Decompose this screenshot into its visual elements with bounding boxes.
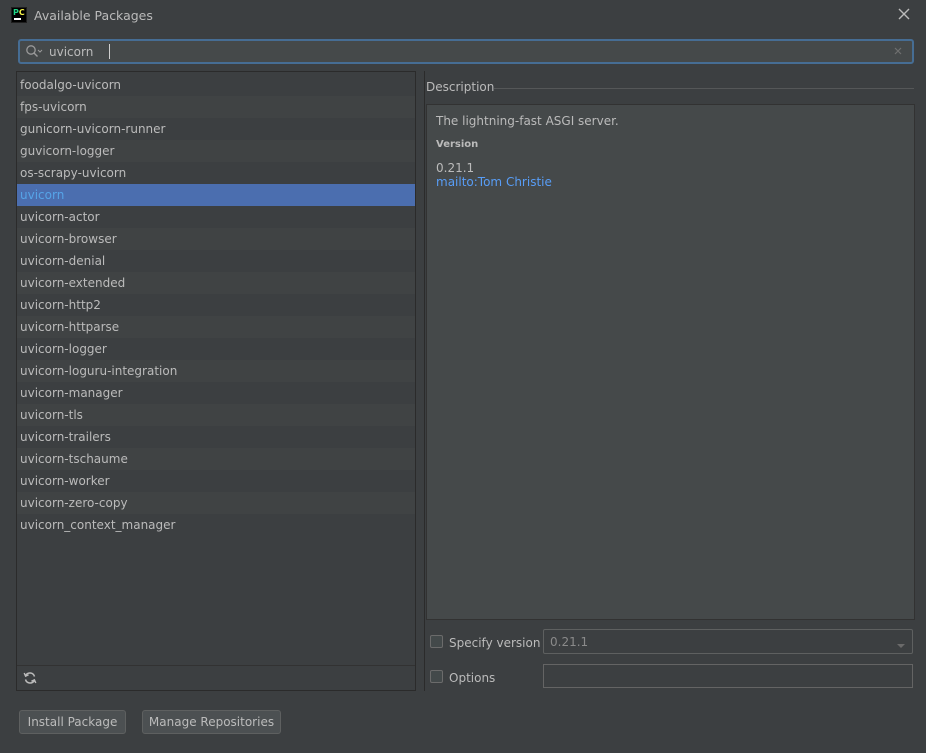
author-link[interactable]: mailto:Tom Christie <box>436 175 552 189</box>
package-list-item[interactable]: uvicorn-loguru-integration <box>17 360 415 382</box>
package-list-item[interactable]: uvicorn_context_manager <box>17 514 415 536</box>
package-list-item[interactable]: uvicorn-logger <box>17 338 415 360</box>
package-list-item[interactable]: uvicorn-trailers <box>17 426 415 448</box>
version-select-value: 0.21.1 <box>550 635 589 649</box>
package-list-item[interactable]: foodalgo-uvicorn <box>17 74 415 96</box>
search-icon[interactable] <box>25 44 43 60</box>
options-label[interactable]: Options <box>449 671 495 685</box>
specify-version-checkbox[interactable] <box>430 635 443 648</box>
version-select[interactable]: 0.21.1 <box>543 629 913 654</box>
window-title: Available Packages <box>34 8 153 23</box>
description-panel: The lightning-fast ASGI server. Version … <box>426 104 915 620</box>
package-list-item[interactable]: guvicorn-logger <box>17 140 415 162</box>
package-list-item[interactable]: uvicorn-manager <box>17 382 415 404</box>
package-list-item[interactable]: uvicorn-denial <box>17 250 415 272</box>
title-bar: PC Available Packages <box>0 0 926 32</box>
package-list-item[interactable]: uvicorn-zero-copy <box>17 492 415 514</box>
package-list-items: foodalgo-uvicorn fps-uvicorn gunicorn-uvic… <box>17 74 415 536</box>
package-list-item[interactable]: os-scrapy-uvicorn <box>17 162 415 184</box>
pycharm-logo-icon: PC <box>11 7 27 23</box>
options-checkbox[interactable] <box>430 670 443 683</box>
list-toolbar <box>17 665 415 690</box>
dropdown-arrow-icon <box>896 639 906 648</box>
package-list-item[interactable]: uvicorn-tls <box>17 404 415 426</box>
package-list-item[interactable]: uvicorn-httparse <box>17 316 415 338</box>
text-caret <box>109 44 110 59</box>
manage-repositories-button[interactable]: Manage Repositories <box>142 710 281 734</box>
refresh-icon[interactable] <box>23 671 37 685</box>
package-list[interactable]: foodalgo-uvicorn fps-uvicorn gunicorn-uvic… <box>16 71 416 691</box>
description-title: Description <box>426 80 495 94</box>
close-icon[interactable] <box>896 6 912 22</box>
package-list-item[interactable]: gunicorn-uvicorn-runner <box>17 118 415 140</box>
package-list-item[interactable]: uvicorn-browser <box>17 228 415 250</box>
options-input[interactable] <box>543 664 913 688</box>
search-box[interactable] <box>18 39 914 64</box>
version-label: Version <box>436 139 479 150</box>
package-list-item[interactable]: uvicorn <box>17 184 415 206</box>
package-list-item[interactable]: uvicorn-http2 <box>17 294 415 316</box>
description-header: Description <box>426 80 916 96</box>
search-input[interactable] <box>49 43 889 60</box>
clear-icon[interactable] <box>892 45 904 57</box>
version-value: 0.21.1 <box>436 161 475 175</box>
package-list-item[interactable]: fps-uvicorn <box>17 96 415 118</box>
package-list-item[interactable]: uvicorn-worker <box>17 470 415 492</box>
specify-version-label[interactable]: Specify version <box>449 636 540 650</box>
package-summary: The lightning-fast ASGI server. <box>436 114 619 128</box>
description-divider <box>494 88 914 89</box>
package-list-item[interactable]: uvicorn-actor <box>17 206 415 228</box>
package-list-item[interactable]: uvicorn-extended <box>17 272 415 294</box>
install-package-button[interactable]: Install Package <box>19 710 126 734</box>
package-list-item[interactable]: uvicorn-tschaume <box>17 448 415 470</box>
